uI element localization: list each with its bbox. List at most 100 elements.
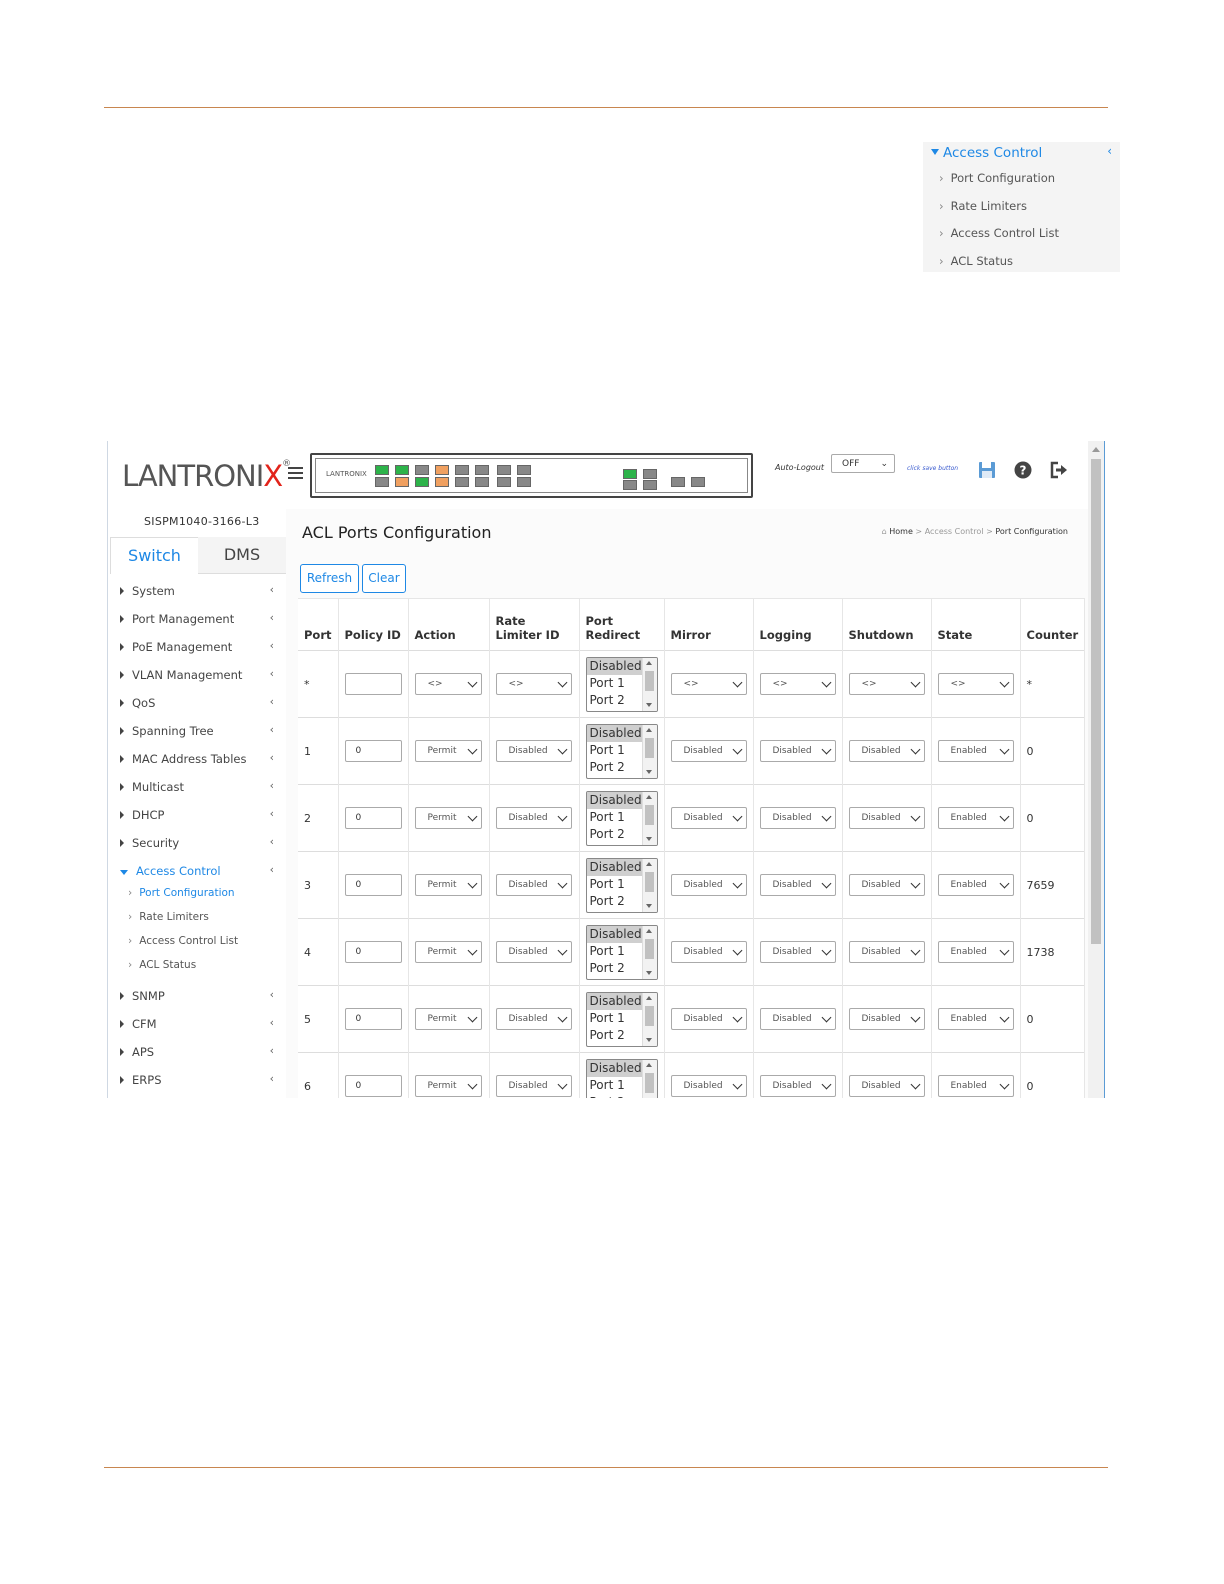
action-select[interactable]: Permit	[414, 941, 482, 963]
listbox-scrollbar[interactable]	[641, 925, 657, 979]
port-redirect-listbox[interactable]: DisabledPort 1Port 2	[585, 656, 658, 712]
action-select[interactable]: Permit	[414, 807, 482, 829]
scroll-down-icon[interactable]	[645, 903, 652, 908]
port-icon[interactable]	[475, 465, 489, 475]
logging-select[interactable]: Disabled	[759, 1075, 836, 1098]
policy-id-input[interactable]: 0	[344, 1075, 402, 1098]
logging-select[interactable]: Disabled	[759, 1008, 836, 1030]
scroll-down-icon[interactable]	[645, 1037, 652, 1042]
sidebar-item-multicast[interactable]: Multicast ‹	[120, 779, 280, 794]
state-select[interactable]: Enabled	[937, 941, 1014, 963]
scroll-down-icon[interactable]	[645, 970, 652, 975]
policy-id-input[interactable]: 0	[344, 941, 402, 963]
shutdown-select[interactable]: <>	[848, 673, 925, 695]
port-icon[interactable]	[517, 477, 531, 487]
sidebar-item-dhcp[interactable]: DHCP ‹	[120, 807, 280, 822]
sidebar-item-port-management[interactable]: Port Management ‹	[120, 611, 280, 626]
state-select[interactable]: Enabled	[937, 807, 1014, 829]
action-select[interactable]: Permit	[414, 874, 482, 896]
sidebar-item-vlan-management[interactable]: VLAN Management ‹	[120, 667, 280, 682]
port-icon[interactable]	[455, 477, 469, 487]
scrollbar-thumb[interactable]	[644, 1072, 654, 1093]
save-icon[interactable]	[978, 461, 996, 479]
sidebar-item-access-control[interactable]: Access Control ‹	[120, 863, 280, 878]
port-redirect-listbox[interactable]: DisabledPort 1Port 2	[585, 991, 658, 1047]
rate-limiter-select[interactable]: Disabled	[495, 941, 572, 963]
listbox-scrollbar[interactable]	[641, 791, 657, 845]
listbox-scrollbar[interactable]	[641, 992, 657, 1046]
scroll-down-icon[interactable]	[645, 836, 652, 841]
rate-limiter-select[interactable]: Disabled	[495, 1075, 572, 1098]
scrollbar-thumb[interactable]	[644, 737, 654, 758]
sidebar-item-mac-address-tables[interactable]: MAC Address Tables ‹	[120, 751, 280, 766]
scrollbar-thumb[interactable]	[644, 1005, 654, 1026]
port-icon[interactable]	[415, 465, 429, 475]
shutdown-select[interactable]: Disabled	[848, 941, 925, 963]
port-icon[interactable]	[455, 465, 469, 475]
port-icon[interactable]	[375, 477, 389, 487]
inset-item-acl-status[interactable]: › ACL Status	[939, 254, 1013, 268]
port-icon[interactable]	[395, 477, 409, 487]
action-select[interactable]: Permit	[414, 1075, 482, 1098]
shutdown-select[interactable]: Disabled	[848, 874, 925, 896]
state-select[interactable]: <>	[937, 673, 1014, 695]
inset-item-rate-limiters[interactable]: › Rate Limiters	[939, 199, 1027, 213]
sidebar-item-spanning-tree[interactable]: Spanning Tree ‹	[120, 723, 280, 738]
breadcrumb-access-control[interactable]: Access Control	[925, 527, 984, 536]
port-redirect-listbox[interactable]: DisabledPort 1Port 2	[585, 857, 658, 913]
scrollbar-thumb[interactable]	[644, 804, 654, 825]
shutdown-select[interactable]: Disabled	[848, 740, 925, 762]
clear-button[interactable]: Clear	[362, 564, 406, 593]
scroll-up-icon[interactable]	[645, 861, 652, 866]
rate-limiter-select[interactable]: Disabled	[495, 740, 572, 762]
scroll-up-icon[interactable]	[645, 794, 652, 799]
rate-limiter-select[interactable]: Disabled	[495, 807, 572, 829]
inset-item-port-configuration[interactable]: › Port Configuration	[939, 171, 1055, 185]
shutdown-select[interactable]: Disabled	[848, 807, 925, 829]
hamburger-menu-icon[interactable]	[288, 467, 303, 481]
port-icon[interactable]	[435, 477, 449, 487]
sidebar-sub-port-configuration[interactable]: › Port Configuration	[128, 887, 235, 899]
scroll-up-icon[interactable]	[645, 995, 652, 1000]
mirror-select[interactable]: Disabled	[670, 941, 747, 963]
mirror-select[interactable]: Disabled	[670, 740, 747, 762]
logout-icon[interactable]	[1050, 461, 1068, 479]
state-select[interactable]: Enabled	[937, 740, 1014, 762]
scroll-up-icon[interactable]	[645, 1062, 652, 1067]
policy-id-input[interactable]: 0	[344, 740, 402, 762]
breadcrumb-home[interactable]: Home	[889, 527, 913, 536]
inset-item-access-control-list[interactable]: › Access Control List	[939, 226, 1059, 240]
state-select[interactable]: Enabled	[937, 874, 1014, 896]
port-icon[interactable]	[517, 465, 531, 475]
sidebar-item-erps[interactable]: ERPS ‹	[120, 1072, 280, 1087]
listbox-scrollbar[interactable]	[641, 858, 657, 912]
port-redirect-listbox[interactable]: DisabledPort 1Port 2	[585, 924, 658, 980]
sidebar-sub-rate-limiters[interactable]: › Rate Limiters	[128, 911, 209, 923]
scroll-up-icon[interactable]	[645, 727, 652, 732]
policy-id-input[interactable]: 0	[344, 1008, 402, 1030]
logging-select[interactable]: Disabled	[759, 941, 836, 963]
policy-id-input[interactable]: 0	[344, 807, 402, 829]
policy-id-input[interactable]	[344, 673, 402, 695]
mirror-select[interactable]: Disabled	[670, 807, 747, 829]
port-icon[interactable]	[375, 465, 389, 475]
shutdown-select[interactable]: Disabled	[848, 1075, 925, 1098]
sidebar-item-aps[interactable]: APS ‹	[120, 1044, 280, 1059]
refresh-button[interactable]: Refresh	[300, 564, 359, 593]
listbox-scrollbar[interactable]	[641, 657, 657, 711]
mirror-select[interactable]: <>	[670, 673, 747, 695]
rate-limiter-select[interactable]: Disabled	[495, 874, 572, 896]
sidebar-item-qos[interactable]: QoS ‹	[120, 695, 280, 710]
tab-dms[interactable]: DMS	[198, 537, 286, 574]
shutdown-select[interactable]: Disabled	[848, 1008, 925, 1030]
auto-logout-select[interactable]: OFF ⌄	[831, 454, 895, 473]
listbox-scrollbar[interactable]	[641, 1059, 657, 1098]
mirror-select[interactable]: Disabled	[670, 1075, 747, 1098]
scrollbar-thumb[interactable]	[644, 938, 654, 959]
action-select[interactable]: Permit	[414, 1008, 482, 1030]
sidebar-sub-acl-status[interactable]: › ACL Status	[128, 959, 196, 971]
scroll-down-icon[interactable]	[645, 702, 652, 707]
port-icon[interactable]	[643, 480, 657, 490]
port-icon[interactable]	[435, 465, 449, 475]
port-redirect-listbox[interactable]: DisabledPort 1Port 2	[585, 723, 658, 779]
